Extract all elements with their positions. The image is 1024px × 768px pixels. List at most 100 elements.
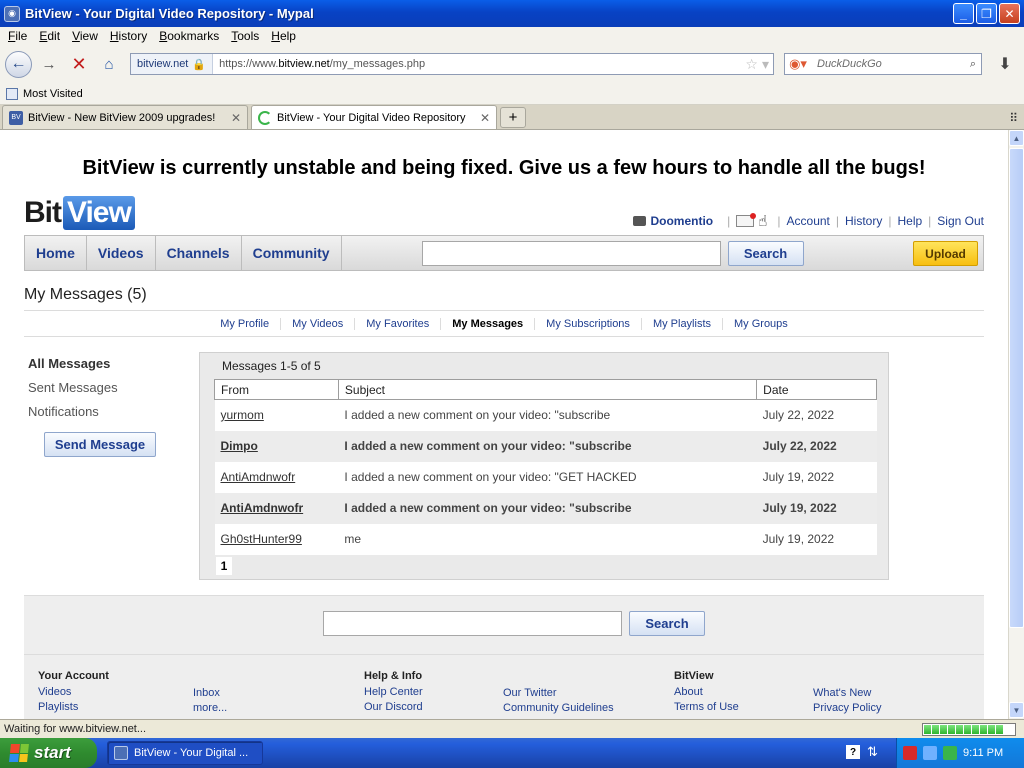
upload-button[interactable]: Upload — [913, 241, 978, 266]
message-sender-link[interactable]: AntiAmdnwofr — [214, 461, 339, 493]
history-link[interactable]: History — [845, 214, 882, 228]
menu-history[interactable]: History — [104, 29, 153, 43]
subnav-my-messages[interactable]: My Messages — [440, 317, 534, 330]
site-search-input[interactable] — [421, 240, 721, 266]
window-title-bar[interactable]: ◉ BitView - Your Digital Video Repositor… — [0, 0, 1024, 27]
address-bar[interactable]: bitview.net 🔒 https://www.bitview.net/my… — [130, 53, 774, 75]
nav-videos[interactable]: Videos — [87, 236, 156, 270]
footer-link-videos[interactable]: Videos — [38, 685, 109, 700]
forward-arrow-icon[interactable]: → — [36, 51, 62, 77]
footer-link-inbox[interactable]: Inbox — [193, 686, 227, 701]
message-sender-link[interactable]: Gh0stHunter99 — [214, 523, 339, 555]
search-engine-box[interactable]: ◉▾ DuckDuckGo ⌕ — [784, 53, 982, 75]
most-visited-bookmark[interactable]: Most Visited — [23, 88, 83, 100]
footer-link-whats-new[interactable]: What's New — [813, 686, 881, 701]
column-header-date[interactable]: Date — [756, 379, 877, 400]
nav-home[interactable]: Home — [25, 236, 87, 270]
sidebar-sent-messages[interactable]: Sent Messages — [28, 380, 118, 404]
url-dropdown-icon[interactable]: ▾ — [762, 56, 773, 73]
shield-icon[interactable] — [903, 746, 917, 760]
menu-file[interactable]: File — [2, 29, 33, 43]
column-header-subject[interactable]: Subject — [337, 379, 758, 400]
start-button[interactable]: start — [0, 738, 97, 768]
table-row[interactable]: Dimpo I added a new comment on your vide… — [214, 430, 877, 462]
menu-help[interactable]: Help — [265, 29, 302, 43]
subnav-my-groups[interactable]: My Groups — [722, 317, 799, 330]
subnav-my-videos[interactable]: My Videos — [280, 317, 354, 330]
footer-search-input[interactable] — [323, 611, 622, 636]
bitview-logo[interactable]: Bit View — [24, 196, 135, 230]
volume-icon[interactable] — [943, 746, 957, 760]
message-sender-link[interactable]: Dimpo — [214, 430, 339, 462]
menu-view[interactable]: View — [66, 29, 104, 43]
footer-search-button[interactable]: Search — [629, 611, 705, 636]
subnav-my-favorites[interactable]: My Favorites — [354, 317, 440, 330]
menu-bookmarks[interactable]: Bookmarks — [153, 29, 225, 43]
message-subject[interactable]: me — [338, 523, 757, 555]
help-link[interactable]: Help — [897, 214, 922, 228]
message-subject[interactable]: I added a new comment on your video: "su… — [338, 430, 757, 462]
scroll-down-arrow-icon[interactable]: ▼ — [1009, 702, 1024, 718]
scroll-up-arrow-icon[interactable]: ▲ — [1009, 130, 1024, 146]
bookmark-star-icon[interactable]: ☆ — [745, 56, 762, 73]
taskbar-window-bitview[interactable]: BitView - Your Digital ... — [107, 741, 263, 765]
footer-link-playlists[interactable]: Playlists — [38, 700, 109, 715]
help-question-icon[interactable]: ? — [846, 745, 860, 759]
sync-arrows-icon[interactable]: ⇅ — [867, 744, 878, 760]
table-row[interactable]: AntiAmdnwofr I added a new comment on yo… — [214, 492, 877, 524]
clock[interactable]: 9:11 PM — [963, 747, 1003, 759]
message-sender-link[interactable]: yurmom — [214, 399, 339, 431]
tab-close-icon[interactable]: ✕ — [231, 111, 241, 125]
site-identity[interactable]: bitview.net 🔒 — [131, 54, 214, 74]
url-text[interactable]: https://www.bitview.net/my_messages.php — [213, 58, 745, 70]
table-row[interactable]: AntiAmdnwofr I added a new comment on yo… — [214, 461, 877, 493]
send-message-button[interactable]: Send Message — [44, 432, 156, 457]
message-subject[interactable]: I added a new comment on your video: "su… — [338, 492, 757, 524]
footer-link-twitter[interactable]: Our Twitter — [503, 686, 614, 701]
page-number[interactable]: 1 — [216, 557, 232, 575]
back-arrow-icon[interactable]: ← — [5, 50, 32, 78]
footer-link-privacy[interactable]: Privacy Policy — [813, 701, 881, 716]
mail-icon[interactable] — [736, 213, 757, 227]
footer-link-more[interactable]: more... — [193, 701, 227, 716]
message-subject[interactable]: I added a new comment on your video: "GE… — [338, 461, 757, 493]
sign-out-link[interactable]: Sign Out — [937, 214, 984, 228]
tab-list-grid-icon[interactable]: ⠿ — [1009, 111, 1018, 125]
footer-link-about[interactable]: About — [674, 685, 739, 700]
download-arrow-icon[interactable]: ⬇ — [992, 51, 1018, 77]
menu-tools[interactable]: Tools — [225, 29, 265, 43]
search-magnifier-icon[interactable]: ⌕ — [970, 58, 981, 71]
table-row[interactable]: Gh0stHunter99 me July 19, 2022 — [214, 523, 877, 555]
scrollbar-thumb[interactable] — [1009, 148, 1024, 628]
new-tab-plus-icon[interactable]: + — [500, 107, 526, 128]
home-icon[interactable]: ⌂ — [96, 51, 122, 77]
sidebar-all-messages[interactable]: All Messages — [28, 356, 118, 380]
close-button[interactable]: ✕ — [999, 3, 1020, 24]
maximize-button[interactable]: ❐ — [976, 3, 997, 24]
nav-community[interactable]: Community — [242, 236, 342, 270]
column-header-from[interactable]: From — [214, 379, 339, 400]
footer-link-terms[interactable]: Terms of Use — [674, 700, 739, 715]
footer-link-discord[interactable]: Our Discord — [364, 700, 423, 715]
footer-link-help-center[interactable]: Help Center — [364, 685, 423, 700]
table-row[interactable]: yurmom I added a new comment on your vid… — [214, 399, 877, 431]
sidebar-notifications[interactable]: Notifications — [28, 404, 118, 428]
account-link[interactable]: Account — [787, 214, 830, 228]
stop-icon[interactable]: ✕ — [66, 51, 92, 77]
network-icon[interactable] — [923, 746, 937, 760]
username-link[interactable]: Doomentio — [650, 214, 713, 228]
tab-bitview-upgrades[interactable]: BV BitView - New BitView 2009 upgrades! … — [2, 105, 248, 129]
message-sender-link[interactable]: AntiAmdnwofr — [214, 492, 339, 524]
tab-close-icon[interactable]: ✕ — [480, 111, 490, 125]
subnav-my-playlists[interactable]: My Playlists — [640, 317, 722, 330]
minimize-button[interactable]: _ — [953, 3, 974, 24]
nav-channels[interactable]: Channels — [156, 236, 242, 270]
footer-link-community-guidelines[interactable]: Community Guidelines — [503, 701, 614, 716]
menu-edit[interactable]: Edit — [33, 29, 66, 43]
duckduckgo-icon[interactable]: ◉▾ — [785, 56, 811, 72]
subnav-my-subscriptions[interactable]: My Subscriptions — [534, 317, 641, 330]
page-scrollbar[interactable]: ▲ ▼ — [1008, 130, 1024, 719]
message-subject[interactable]: I added a new comment on your video: "su… — [338, 399, 757, 431]
site-search-button[interactable]: Search — [727, 240, 804, 266]
subnav-my-profile[interactable]: My Profile — [209, 318, 280, 330]
